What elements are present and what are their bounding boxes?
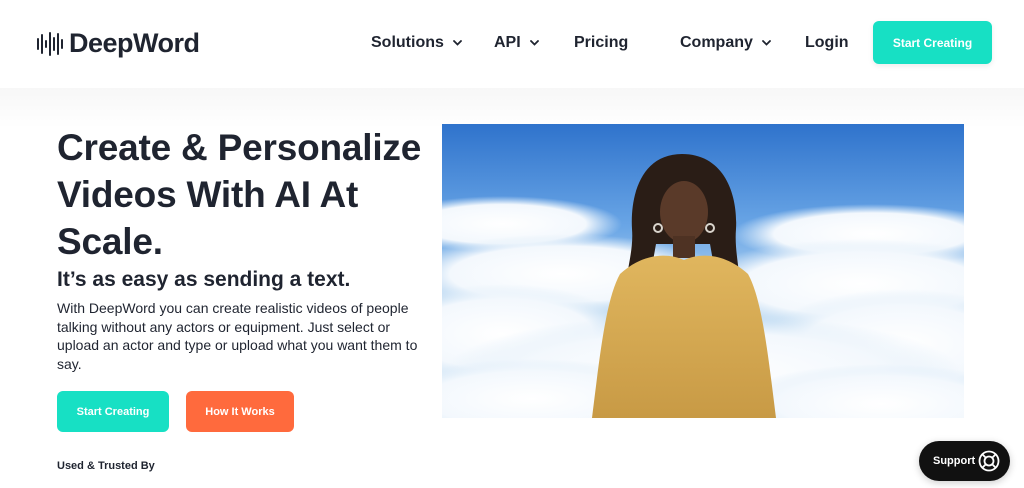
hero-description: With DeepWord you can create realistic v… [57,300,418,372]
brand-name: DeepWord [69,28,200,58]
nav-item-company[interactable]: Company [680,31,771,55]
video-frame-image [442,124,964,418]
nav-item-label: API [494,34,521,51]
nav-item-label: Login [805,34,849,51]
chevron-down-icon [452,40,462,46]
brand-logo[interactable]: DeepWord [37,28,200,59]
chevron-down-icon [762,40,771,46]
chevron-down-icon [529,40,539,46]
nav-item-label: Company [680,34,753,51]
nav-item-api[interactable]: API [494,31,539,55]
lifebuoy-icon [978,450,1000,475]
hero-title: Create & Personalize Videos With AI At S… [57,127,422,262]
how-it-works-button[interactable]: How It Works [186,391,294,432]
hero-subtitle: It’s as easy as sending a text. [57,268,351,291]
site-header: DeepWord Solutions API Pricing Company L… [0,0,1024,88]
nav-item-login[interactable]: Login [805,31,849,55]
start-creating-button[interactable]: Start Creating [57,391,169,432]
hero-video[interactable] [442,124,964,418]
nav-item-label: Solutions [371,34,444,51]
audio-waveform-icon [37,30,63,58]
support-label: Support [933,455,976,467]
nav-item-solutions[interactable]: Solutions [371,31,462,55]
nav-item-label: Pricing [574,34,629,51]
support-button[interactable]: Support [919,441,1010,481]
trusted-by-label: Used & Trusted By [57,460,155,472]
nav-item-pricing[interactable]: Pricing [574,31,628,55]
header-start-creating-button[interactable]: Start Creating [873,21,992,64]
